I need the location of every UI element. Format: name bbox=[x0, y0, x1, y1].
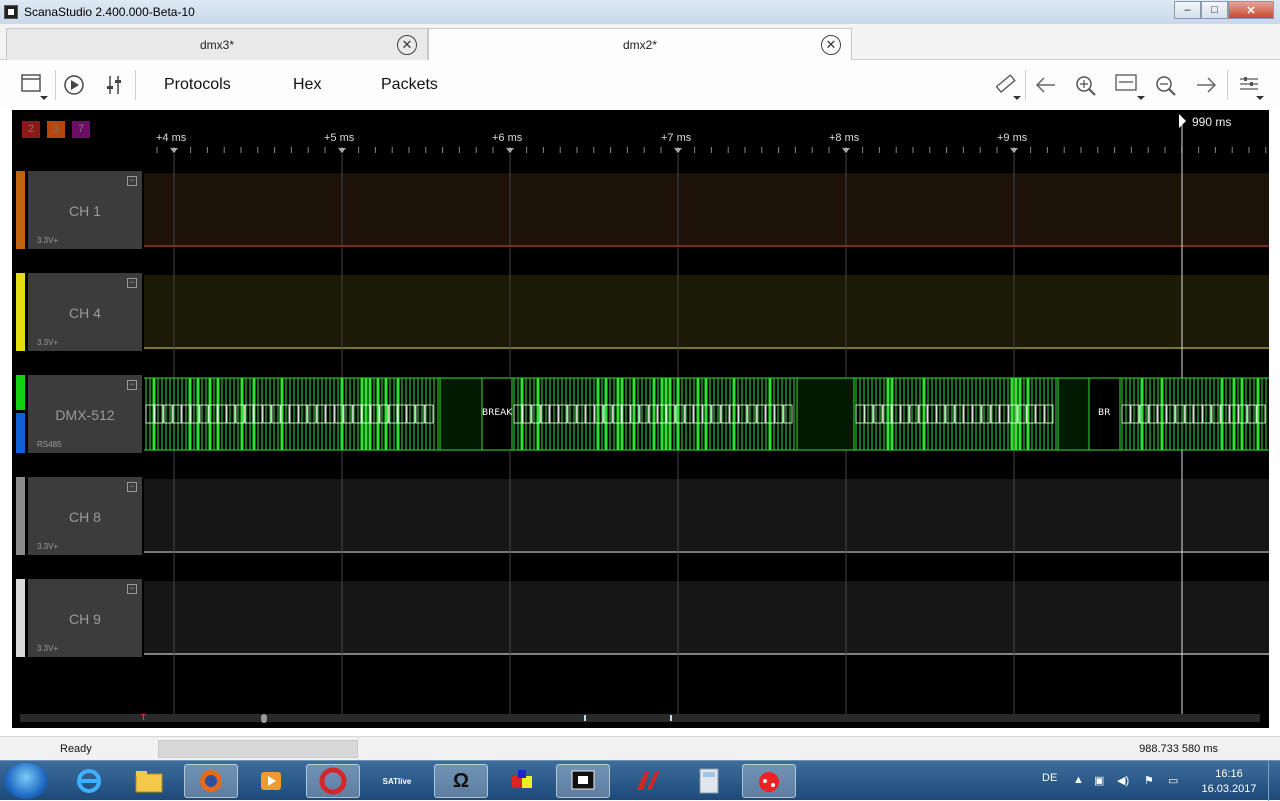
overview-marker bbox=[670, 715, 672, 721]
overview-marker bbox=[584, 715, 586, 721]
arrow-left-icon[interactable] bbox=[1034, 74, 1058, 96]
break-region bbox=[796, 377, 855, 451]
maximize-button[interactable]: □ bbox=[1201, 1, 1228, 19]
palette-icon[interactable] bbox=[496, 764, 550, 798]
lane-bg bbox=[144, 173, 1269, 247]
window-controls: – □ ✕ bbox=[1174, 1, 1274, 19]
clock-date: 16.03.2017 bbox=[1201, 783, 1257, 795]
ladybug-icon[interactable] bbox=[742, 764, 796, 798]
tab-close-icon[interactable]: ✕ bbox=[397, 35, 417, 55]
ccleaner-icon[interactable] bbox=[306, 764, 360, 798]
close-window-button[interactable]: ✕ bbox=[1228, 1, 1274, 19]
media-icon[interactable] bbox=[244, 764, 298, 798]
waveform-lanes[interactable] bbox=[12, 110, 1269, 728]
status-text: Ready bbox=[60, 743, 92, 755]
zoom-in-icon[interactable] bbox=[1074, 74, 1098, 98]
packets-button[interactable]: Packets bbox=[381, 76, 438, 94]
hex-button[interactable]: Hex bbox=[293, 76, 321, 94]
trigger-marker-icon: T bbox=[141, 713, 146, 722]
break-region bbox=[1057, 377, 1090, 451]
scroll-thumb[interactable] bbox=[261, 714, 267, 723]
ie-icon[interactable] bbox=[62, 764, 116, 798]
protocols-button[interactable]: Protocols bbox=[164, 76, 231, 94]
status-progress-bar bbox=[158, 740, 358, 758]
ruler-icon[interactable] bbox=[993, 72, 1023, 102]
status-time: 988.733 580 ms bbox=[1139, 743, 1218, 755]
omega-icon[interactable]: Ω bbox=[434, 764, 488, 798]
waveform-view[interactable]: 2 3 7 +4 ms +5 ms +6 ms +7 ms +8 ms +9 m… bbox=[12, 110, 1269, 728]
start-button[interactable] bbox=[4, 763, 48, 799]
decoder-label-break: BREAK bbox=[482, 408, 513, 418]
clock-time: 16:16 bbox=[1215, 768, 1243, 780]
taskbar: SATlive Ω DE ▲ ▣ ◀) ⚑ ▭ 16:16 16.03.2017 bbox=[0, 760, 1280, 801]
show-desktop-button[interactable] bbox=[1268, 761, 1280, 801]
altium-icon[interactable] bbox=[620, 764, 674, 798]
network-icon[interactable]: ▭ bbox=[1168, 774, 1178, 787]
window-title: ScanaStudio 2.400.000-Beta-10 bbox=[24, 5, 195, 19]
tray-expand-icon[interactable]: ▲ bbox=[1073, 774, 1084, 786]
overview-scrollbar[interactable] bbox=[20, 714, 1260, 722]
flag-icon[interactable]: ⚑ bbox=[1144, 774, 1154, 787]
satlive-icon[interactable]: SATlive bbox=[370, 764, 424, 798]
scanastudio-icon[interactable] bbox=[556, 764, 610, 798]
minimize-button[interactable]: – bbox=[1174, 1, 1201, 19]
tab-dmx3[interactable]: dmx3* ✕ bbox=[6, 28, 428, 60]
input-language[interactable]: DE bbox=[1042, 772, 1057, 784]
firefox-icon[interactable] bbox=[184, 764, 238, 798]
tab-label: dmx2* bbox=[622, 38, 657, 52]
explorer-icon[interactable] bbox=[122, 764, 176, 798]
status-bar: Ready 988.733 580 ms bbox=[0, 736, 1280, 760]
lane-bg bbox=[144, 275, 1269, 349]
toolbar: Protocols Hex Packets bbox=[0, 60, 1280, 108]
document-tab-bar: dmx3* ✕ dmx2* ✕ bbox=[0, 24, 1280, 61]
decoder-label-br: BR bbox=[1098, 408, 1111, 418]
lane-bg bbox=[144, 581, 1269, 655]
tab-label: dmx3* bbox=[199, 37, 234, 52]
fit-icon[interactable] bbox=[1114, 72, 1146, 102]
tab-close-icon[interactable]: ✕ bbox=[821, 35, 841, 55]
preferences-icon[interactable] bbox=[1238, 74, 1270, 102]
system-clock[interactable]: 16:16 16.03.2017 bbox=[1198, 767, 1260, 797]
settings-sliders-icon[interactable] bbox=[104, 74, 124, 96]
break-region bbox=[439, 377, 483, 451]
arrow-right-icon[interactable] bbox=[1194, 74, 1218, 96]
zoom-out-icon[interactable] bbox=[1154, 74, 1178, 98]
window-icon[interactable] bbox=[20, 72, 50, 102]
play-icon[interactable] bbox=[63, 74, 85, 96]
lane-bg bbox=[144, 479, 1269, 553]
calculator-icon[interactable] bbox=[682, 764, 736, 798]
title-bar: ScanaStudio 2.400.000-Beta-10 – □ ✕ bbox=[0, 0, 1280, 24]
volume-icon[interactable]: ◀) bbox=[1117, 774, 1129, 787]
tab-dmx2[interactable]: dmx2* ✕ bbox=[428, 28, 852, 61]
app-icon bbox=[4, 5, 18, 19]
tray-device-icon[interactable]: ▣ bbox=[1094, 774, 1104, 787]
